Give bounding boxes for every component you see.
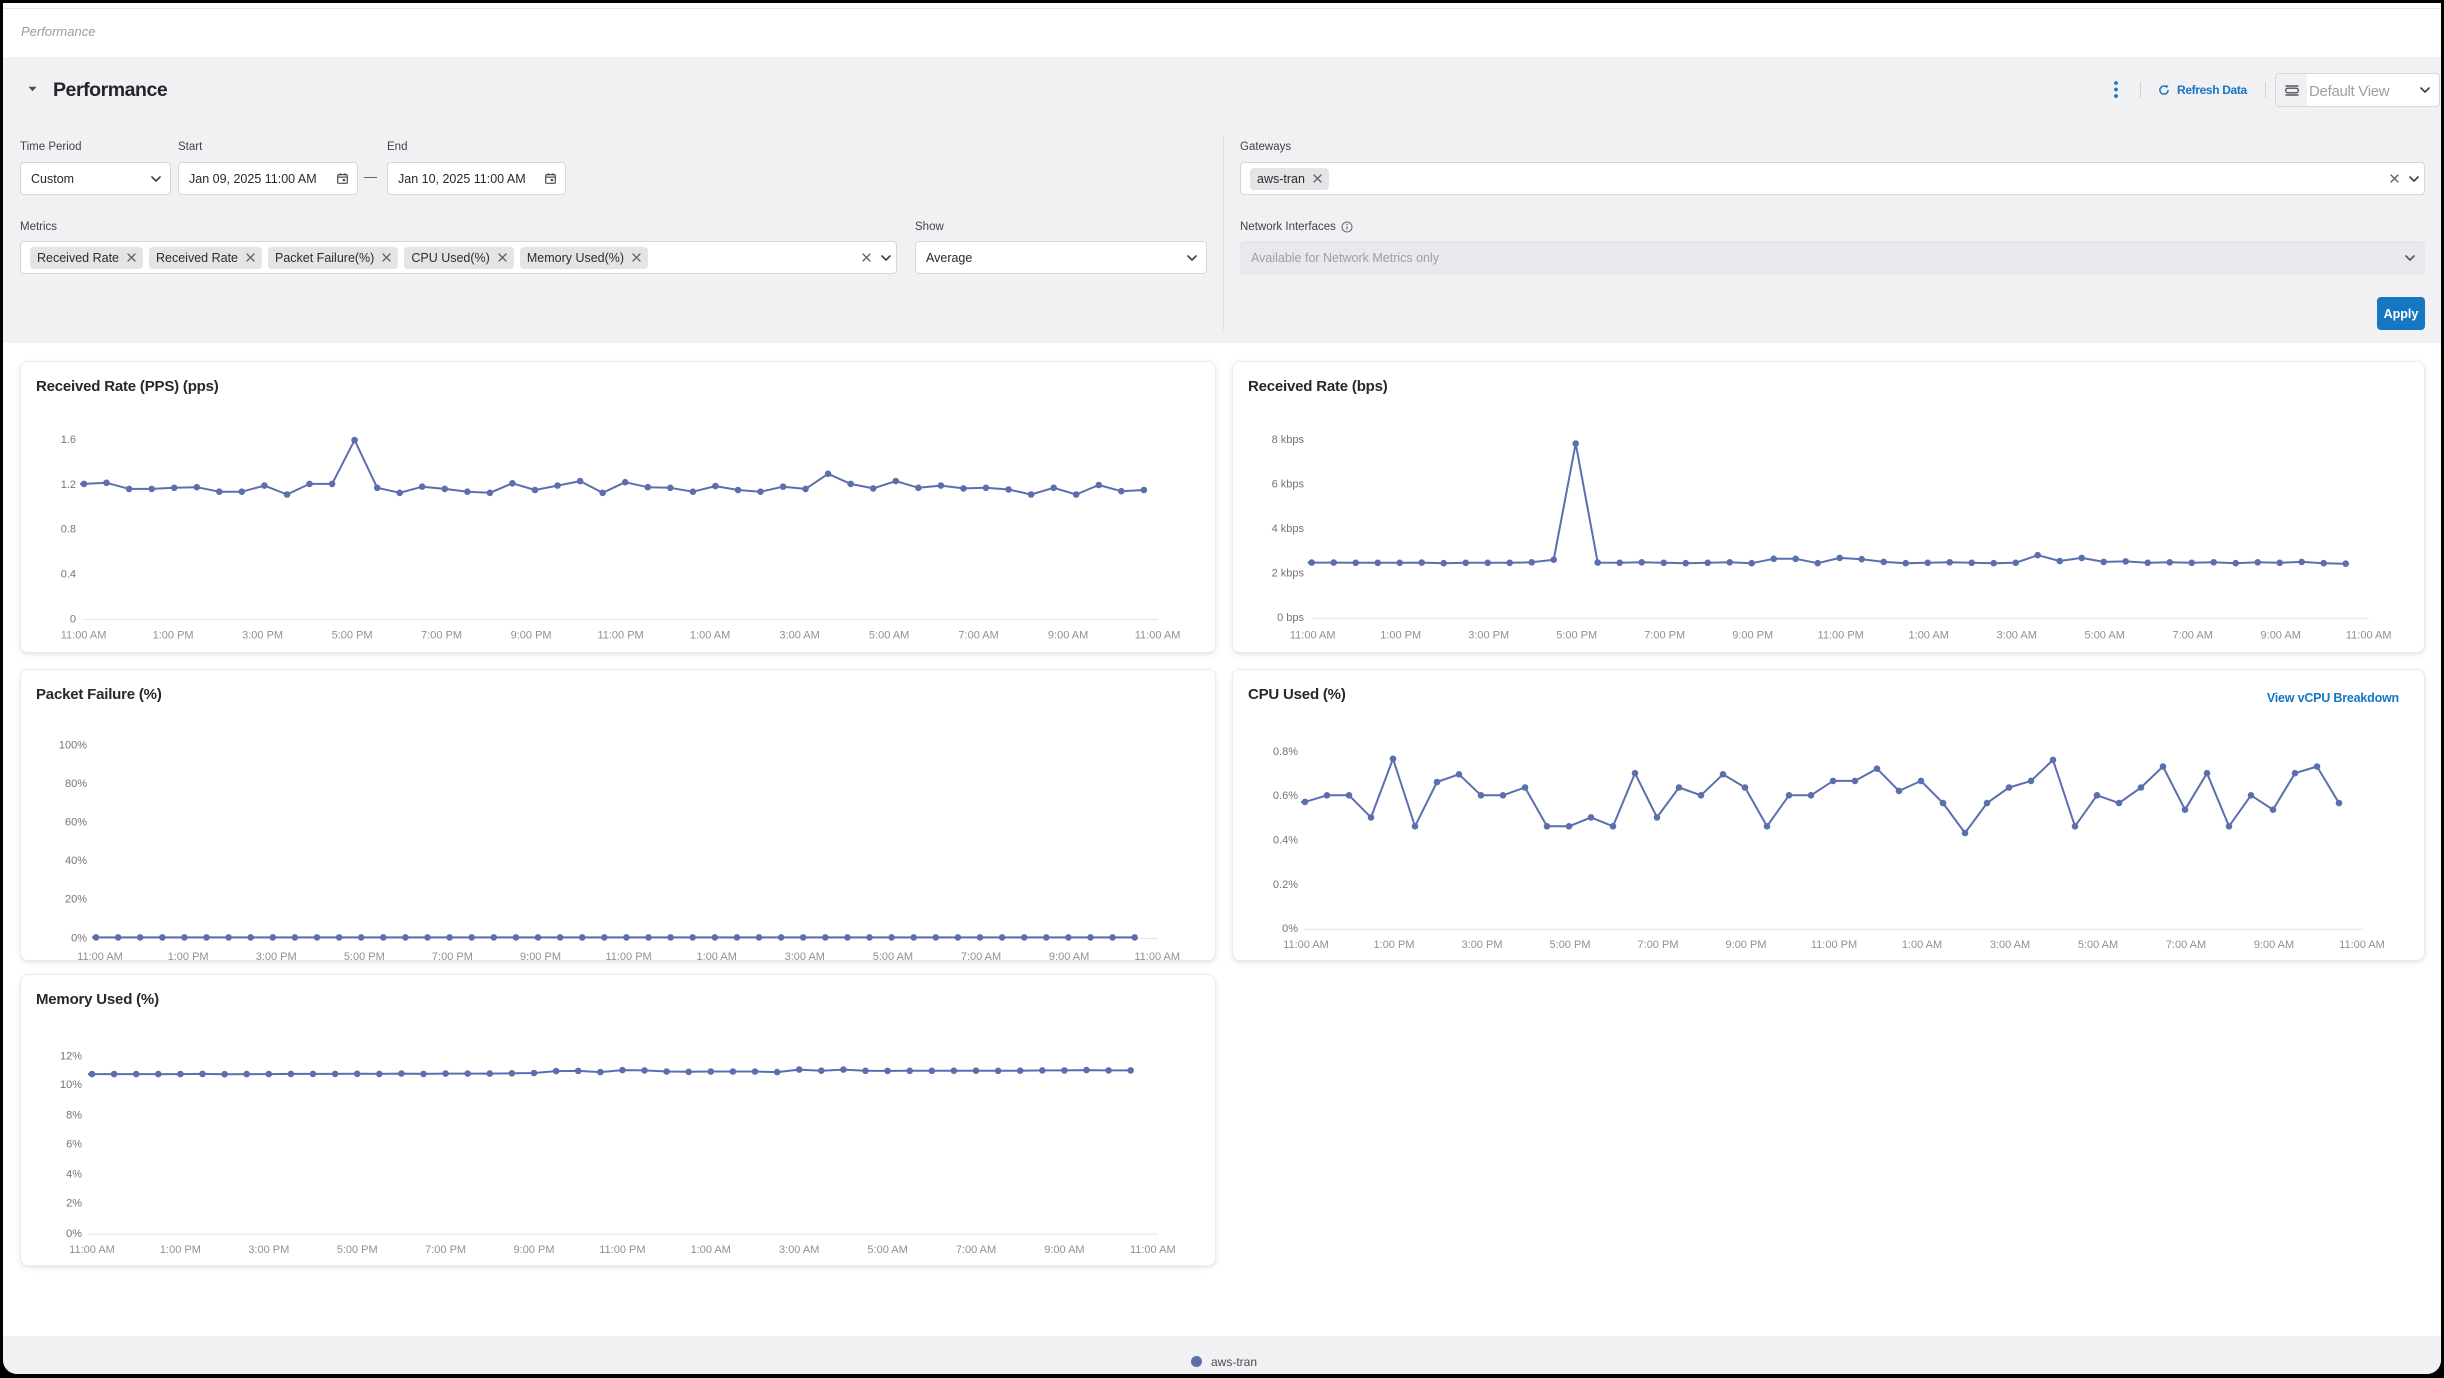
svg-text:9:00 AM: 9:00 AM [2261, 630, 2301, 642]
svg-text:7:00 PM: 7:00 PM [1644, 630, 1685, 642]
svg-text:3:00 PM: 3:00 PM [248, 1244, 289, 1256]
svg-text:11:00 AM: 11:00 AM [77, 951, 123, 962]
svg-text:4%: 4% [66, 1168, 82, 1180]
svg-text:5:00 AM: 5:00 AM [867, 1244, 907, 1256]
svg-text:5:00 PM: 5:00 PM [337, 1244, 378, 1256]
svg-text:0.8%: 0.8% [1273, 746, 1298, 758]
svg-text:9:00 AM: 9:00 AM [1049, 951, 1089, 962]
svg-text:3:00 PM: 3:00 PM [242, 630, 283, 642]
svg-text:5:00 PM: 5:00 PM [1556, 630, 1597, 642]
svg-text:9:00 PM: 9:00 PM [1732, 630, 1773, 642]
svg-text:11:00 AM: 11:00 AM [61, 630, 107, 642]
svg-text:5:00 AM: 5:00 AM [869, 630, 909, 642]
svg-text:9:00 PM: 9:00 PM [520, 951, 561, 962]
svg-text:11:00 PM: 11:00 PM [1818, 630, 1864, 642]
svg-text:1.6: 1.6 [61, 434, 76, 446]
svg-text:1:00 PM: 1:00 PM [153, 630, 194, 642]
svg-text:0.2%: 0.2% [1273, 879, 1298, 891]
svg-text:5:00 AM: 5:00 AM [873, 951, 913, 962]
svg-text:5:00 PM: 5:00 PM [344, 951, 385, 962]
svg-text:0 bps: 0 bps [1277, 612, 1304, 624]
svg-text:80%: 80% [65, 778, 87, 790]
svg-text:60%: 60% [65, 817, 87, 829]
svg-text:8%: 8% [66, 1109, 82, 1121]
svg-text:9:00 AM: 9:00 AM [1044, 1244, 1084, 1256]
svg-text:6 kbps: 6 kbps [1272, 478, 1305, 490]
svg-text:11:00 AM: 11:00 AM [1290, 630, 1336, 642]
svg-text:7:00 PM: 7:00 PM [1638, 939, 1679, 951]
svg-text:100%: 100% [59, 739, 87, 751]
svg-text:5:00 PM: 5:00 PM [1550, 939, 1591, 951]
svg-text:9:00 PM: 9:00 PM [511, 630, 552, 642]
svg-text:11:00 AM: 11:00 AM [1135, 630, 1181, 642]
svg-text:0.4%: 0.4% [1273, 834, 1298, 846]
svg-text:1:00 PM: 1:00 PM [1374, 939, 1415, 951]
svg-text:3:00 AM: 3:00 AM [779, 630, 819, 642]
svg-text:20%: 20% [65, 894, 87, 906]
svg-text:11:00 AM: 11:00 AM [1134, 951, 1180, 962]
svg-text:8 kbps: 8 kbps [1272, 434, 1305, 446]
svg-text:7:00 AM: 7:00 AM [961, 951, 1001, 962]
svg-text:7:00 PM: 7:00 PM [425, 1244, 466, 1256]
svg-text:2%: 2% [66, 1197, 82, 1209]
svg-text:9:00 PM: 9:00 PM [1726, 939, 1767, 951]
svg-text:11:00 AM: 11:00 AM [1283, 939, 1329, 951]
svg-text:3:00 AM: 3:00 AM [785, 951, 825, 962]
svg-text:3:00 PM: 3:00 PM [256, 951, 297, 962]
svg-text:1:00 PM: 1:00 PM [1380, 630, 1421, 642]
svg-text:7:00 PM: 7:00 PM [432, 951, 473, 962]
svg-text:3:00 AM: 3:00 AM [1997, 630, 2037, 642]
svg-text:1:00 AM: 1:00 AM [697, 951, 737, 962]
svg-text:5:00 AM: 5:00 AM [2085, 630, 2125, 642]
svg-text:40%: 40% [65, 855, 87, 867]
svg-text:0%: 0% [66, 1228, 82, 1240]
svg-text:7:00 AM: 7:00 AM [958, 630, 998, 642]
svg-text:0.8: 0.8 [61, 524, 76, 536]
svg-text:0%: 0% [71, 932, 87, 944]
svg-text:11:00 AM: 11:00 AM [2346, 630, 2392, 642]
svg-text:1:00 AM: 1:00 AM [690, 630, 730, 642]
svg-text:11:00 AM: 11:00 AM [1130, 1244, 1176, 1256]
svg-text:5:00 PM: 5:00 PM [332, 630, 373, 642]
svg-text:1:00 PM: 1:00 PM [168, 951, 209, 962]
svg-text:3:00 AM: 3:00 AM [779, 1244, 819, 1256]
svg-text:11:00 PM: 11:00 PM [605, 951, 651, 962]
svg-text:5:00 AM: 5:00 AM [2078, 939, 2118, 951]
svg-text:9:00 AM: 9:00 AM [2254, 939, 2294, 951]
svg-text:7:00 AM: 7:00 AM [2173, 630, 2213, 642]
svg-text:0.4: 0.4 [61, 568, 76, 580]
svg-text:1:00 PM: 1:00 PM [160, 1244, 201, 1256]
svg-text:0.6%: 0.6% [1273, 790, 1298, 802]
svg-text:3:00 PM: 3:00 PM [1462, 939, 1503, 951]
svg-text:11:00 PM: 11:00 PM [1811, 939, 1857, 951]
svg-text:7:00 PM: 7:00 PM [421, 630, 462, 642]
svg-text:11:00 AM: 11:00 AM [69, 1244, 115, 1256]
svg-text:10%: 10% [60, 1079, 82, 1091]
svg-text:1:00 AM: 1:00 AM [1909, 630, 1949, 642]
svg-text:1.2: 1.2 [61, 479, 76, 491]
svg-text:1:00 AM: 1:00 AM [691, 1244, 731, 1256]
svg-text:4 kbps: 4 kbps [1272, 523, 1305, 535]
svg-text:0%: 0% [1282, 923, 1298, 935]
svg-text:12%: 12% [60, 1050, 82, 1062]
svg-text:3:00 PM: 3:00 PM [1468, 630, 1509, 642]
svg-text:3:00 AM: 3:00 AM [1990, 939, 2030, 951]
svg-text:7:00 AM: 7:00 AM [2166, 939, 2206, 951]
svg-text:0: 0 [70, 613, 76, 625]
svg-text:11:00 PM: 11:00 PM [599, 1244, 645, 1256]
svg-text:2 kbps: 2 kbps [1272, 567, 1305, 579]
svg-text:9:00 AM: 9:00 AM [1048, 630, 1088, 642]
svg-text:11:00 AM: 11:00 AM [2339, 939, 2385, 951]
svg-text:9:00 PM: 9:00 PM [514, 1244, 555, 1256]
svg-text:11:00 PM: 11:00 PM [597, 630, 643, 642]
svg-text:1:00 AM: 1:00 AM [1902, 939, 1942, 951]
svg-text:7:00 AM: 7:00 AM [956, 1244, 996, 1256]
svg-text:6%: 6% [66, 1138, 82, 1150]
